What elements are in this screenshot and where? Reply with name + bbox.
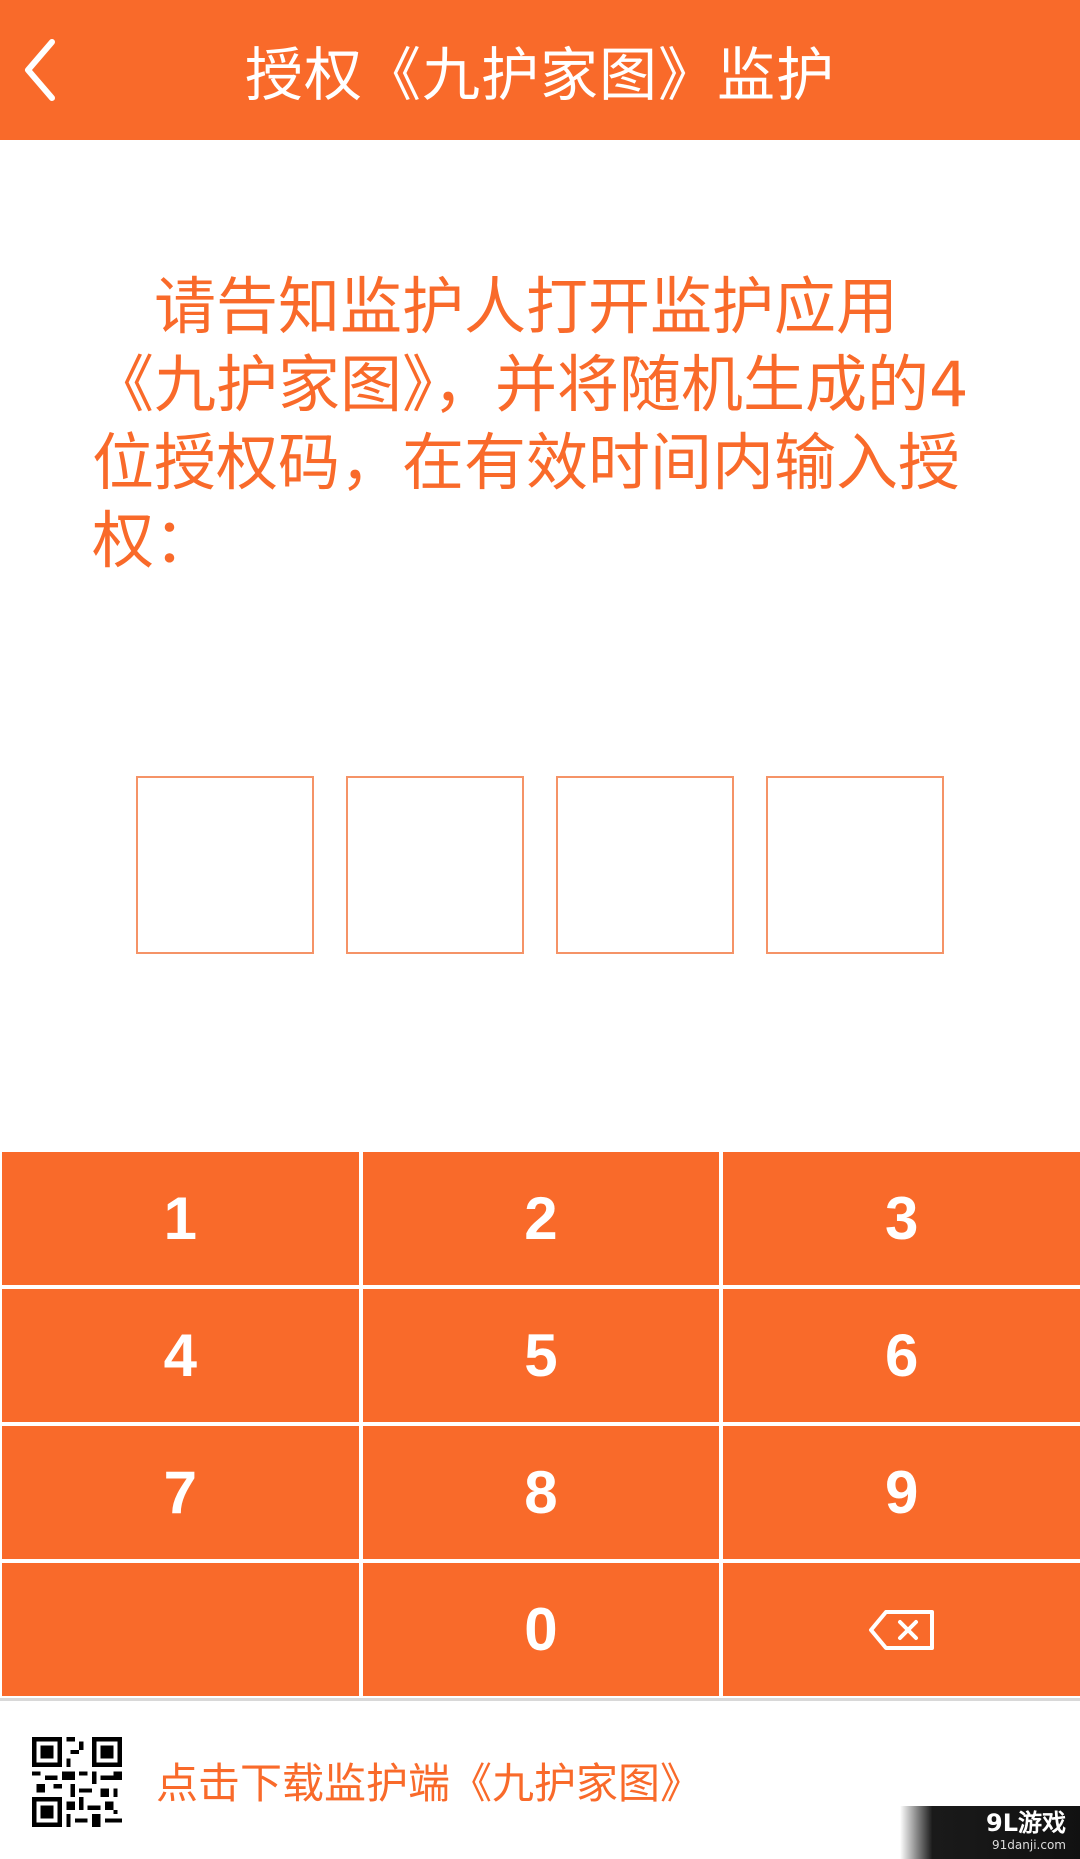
- key-3[interactable]: 3: [723, 1152, 1080, 1285]
- download-guardian-app-link[interactable]: 点击下载监护端《九护家图》: [156, 1701, 702, 1859]
- watermark-main-text: 9L游戏: [986, 1809, 1066, 1837]
- code-digit-box-4[interactable]: [766, 776, 944, 954]
- key-6[interactable]: 6: [723, 1289, 1080, 1422]
- key-1[interactable]: 1: [2, 1152, 359, 1285]
- auth-code-input: [136, 776, 946, 954]
- page-title: 授权《九护家图》监护: [244, 41, 835, 109]
- key-blank: [2, 1563, 359, 1696]
- key-0[interactable]: 0: [362, 1563, 720, 1696]
- code-digit-box-3[interactable]: [556, 776, 734, 954]
- backspace-icon: [868, 1609, 934, 1650]
- code-digit-box-2[interactable]: [346, 776, 524, 954]
- watermark-logo: 9L游戏 91danji.com: [900, 1806, 1080, 1859]
- watermark-url: 91danji.com: [992, 1838, 1066, 1852]
- back-button[interactable]: [10, 30, 70, 110]
- code-digit-box-1[interactable]: [136, 776, 314, 954]
- app-header: 授权《九护家图》监护: [0, 0, 1080, 140]
- key-5[interactable]: 5: [362, 1289, 720, 1422]
- key-4[interactable]: 4: [2, 1289, 359, 1422]
- instruction-text: 请告知监护人打开监护应用《九护家图》，并将随机生成的4位授权码，在有效时间内输入…: [92, 270, 969, 577]
- key-2[interactable]: 2: [362, 1152, 720, 1285]
- key-8[interactable]: 8: [362, 1426, 720, 1559]
- delete-key[interactable]: [723, 1563, 1080, 1696]
- numeric-keypad: 1 2 3 4 5 6 7 8 9 0: [0, 1152, 1080, 1696]
- key-9[interactable]: 9: [723, 1426, 1080, 1559]
- chevron-left-icon: [25, 39, 55, 101]
- key-7[interactable]: 7: [2, 1426, 359, 1559]
- qr-code-icon[interactable]: [32, 1737, 122, 1827]
